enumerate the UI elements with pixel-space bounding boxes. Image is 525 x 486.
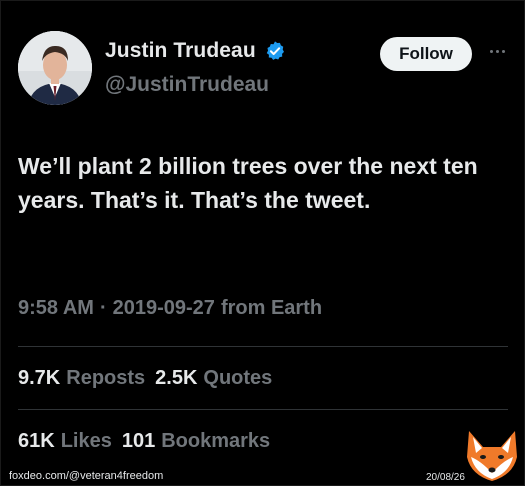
engagement-row-1: 9.7K Reposts 2.5K Quotes <box>18 367 272 390</box>
more-dot <box>489 49 493 53</box>
fox-logo-icon <box>467 431 517 481</box>
tweet-time[interactable]: 9:58 AM <box>18 297 94 320</box>
tweet-card: Justin Trudeau @JustinTrudeau Follow We’… <box>0 0 525 486</box>
tweet-meta: 9:58 AM · 2019-09-27 from Earth <box>18 297 322 320</box>
reposts-count: 9.7K <box>18 367 61 389</box>
verified-badge-icon <box>266 41 284 60</box>
bookmarks-count: 101 <box>121 430 156 452</box>
bookmarks-label: Bookmarks <box>161 430 271 452</box>
divider <box>18 346 508 347</box>
tweet-text: We’ll plant 2 billion trees over the nex… <box>18 153 478 213</box>
author-name-row: Justin Trudeau <box>105 39 286 63</box>
avatar-image <box>18 31 92 105</box>
reposts-label: Reposts <box>66 367 146 389</box>
watermark-date: 20/08/26 <box>426 472 465 483</box>
tweet-date[interactable]: 2019-09-27 <box>113 297 215 320</box>
more-options-icon[interactable] <box>485 41 509 61</box>
divider <box>18 409 508 410</box>
quotes-count: 2.5K <box>155 367 198 389</box>
author-handle[interactable]: @JustinTrudeau <box>105 73 269 97</box>
avatar[interactable] <box>18 31 92 105</box>
watermark-site: foxdeo.com/@veteran4freedom <box>9 470 164 482</box>
reposts-stat[interactable]: 9.7K Reposts <box>18 367 145 390</box>
author-display-name[interactable]: Justin Trudeau <box>105 39 256 63</box>
follow-button[interactable]: Follow <box>380 37 472 71</box>
quotes-label: Quotes <box>203 367 273 389</box>
likes-label: Likes <box>60 430 112 452</box>
more-dot <box>495 49 499 53</box>
quotes-stat[interactable]: 2.5K Quotes <box>155 367 272 390</box>
meta-separator: · <box>99 297 107 319</box>
more-dot <box>501 49 505 53</box>
bookmarks-stat[interactable]: 101 Bookmarks <box>122 430 270 453</box>
likes-count: 61K <box>18 430 55 452</box>
tweet-source: from Earth <box>220 297 323 319</box>
likes-stat[interactable]: 61K Likes <box>18 430 112 453</box>
engagement-row-2: 61K Likes 101 Bookmarks <box>18 430 270 453</box>
